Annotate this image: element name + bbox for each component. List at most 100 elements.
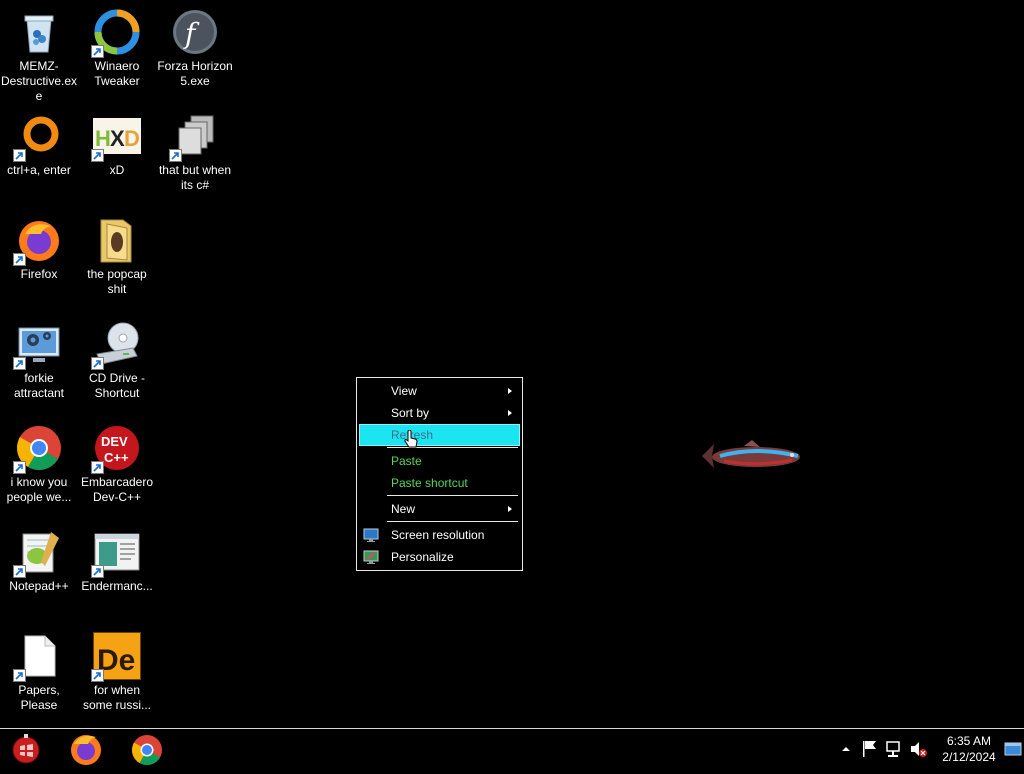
menu-item-screen-resolution[interactable]: Screen resolution xyxy=(359,524,520,546)
blank-file-icon xyxy=(13,632,63,682)
desktop-icon-chrome[interactable]: i know you people we... xyxy=(0,418,78,514)
desktop-icon-firefox[interactable]: Firefox xyxy=(0,210,78,306)
icon-label: Endermanc... xyxy=(81,579,153,593)
de-icon: De xyxy=(91,631,142,682)
taskbar-firefox-button[interactable] xyxy=(66,732,106,766)
notepadpp-icon xyxy=(13,528,63,578)
folder-icon xyxy=(93,216,141,264)
menu-item-refresh[interactable]: Refresh xyxy=(359,424,520,446)
svg-text:DEV: DEV xyxy=(101,434,128,449)
icon-label: Winaero Tweaker xyxy=(94,59,140,88)
mouse-cursor-icon xyxy=(404,429,418,455)
shortcut-arrow-icon xyxy=(13,669,26,682)
desktop-icon-forkie[interactable]: forkie attractant xyxy=(0,314,78,410)
desktop-icon-ctrl-a[interactable]: ctrl+a, enter xyxy=(0,106,78,202)
shortcut-arrow-icon xyxy=(13,565,26,578)
desktop-icon-devcpp[interactable]: DEV C++ Embarcadero Dev-C++ xyxy=(78,418,156,514)
settings-monitor-icon xyxy=(13,320,63,370)
network-icon[interactable] xyxy=(884,729,904,769)
desktop-icon-cd-drive[interactable]: CD Drive - Shortcut xyxy=(78,314,156,410)
desktop-icon-de[interactable]: De for when some russi... xyxy=(78,626,156,722)
shortcut-arrow-icon xyxy=(91,461,104,474)
volume-muted-icon[interactable] xyxy=(908,729,928,769)
clock-time: 6:35 AM xyxy=(946,734,992,748)
desktop-icon-endermanch[interactable]: Endermanc... xyxy=(78,522,156,618)
menu-item-paste[interactable]: Paste xyxy=(359,450,520,472)
icon-label: Forza Horizon 5.exe xyxy=(157,59,233,88)
icon-label: Papers, Please xyxy=(18,683,60,712)
shortcut-arrow-icon xyxy=(13,149,26,162)
shortcut-arrow-icon xyxy=(13,357,26,370)
flash-icon: f xyxy=(171,8,219,56)
taskbar: 6:35 AM 2/12/2024 xyxy=(0,728,1024,768)
screen-resolution-icon xyxy=(363,527,379,543)
stacked-windows-icon xyxy=(169,112,219,162)
clock-date: 2/12/2024 xyxy=(942,750,996,764)
show-hidden-icons-button[interactable] xyxy=(838,729,854,769)
menu-separator xyxy=(387,521,518,522)
shortcut-arrow-icon xyxy=(91,149,104,162)
icon-label: the popcap shit xyxy=(87,267,147,296)
submenu-arrow-icon xyxy=(508,410,512,416)
menu-item-new[interactable]: New xyxy=(359,498,520,520)
chrome-icon xyxy=(13,424,63,474)
desktop-icon-popcap[interactable]: the popcap shit xyxy=(78,210,156,306)
shortcut-arrow-icon xyxy=(91,45,104,58)
chrome-icon xyxy=(131,735,162,766)
window-app-icon xyxy=(91,528,141,578)
desktop-icon-winaero[interactable]: Winaero Tweaker xyxy=(78,2,156,98)
submenu-arrow-icon xyxy=(508,388,512,394)
menu-item-view[interactable]: View xyxy=(359,380,520,402)
desktop-icon-csharp[interactable]: that but when its c# xyxy=(156,106,234,202)
desktop-icon-notepadpp[interactable]: Notepad++ xyxy=(0,522,78,618)
icon-label: Embarcadero Dev-C++ xyxy=(80,475,154,504)
shortcut-arrow-icon xyxy=(91,357,104,370)
orange-ring-icon xyxy=(13,112,63,162)
cd-drive-icon xyxy=(91,320,141,370)
icon-label: MEMZ-Destructive.exe xyxy=(0,59,78,103)
desktop-icon-forza[interactable]: f Forza Horizon 5.exe xyxy=(156,2,234,98)
taskbar-chrome-button[interactable] xyxy=(127,732,167,766)
shortcut-arrow-icon xyxy=(13,253,26,266)
shortcut-arrow-icon xyxy=(91,669,104,682)
desktop[interactable]: MEMZ-Destructive.exe ctrl+a, enter Firef… xyxy=(0,0,1024,728)
firefox-icon xyxy=(13,216,63,266)
winaero-icon xyxy=(91,8,141,58)
svg-text:X: X xyxy=(110,126,125,151)
icon-label: CD Drive - Shortcut xyxy=(89,371,145,400)
action-center-flag-icon[interactable] xyxy=(860,729,880,769)
firefox-icon xyxy=(71,735,101,765)
menu-item-label: View xyxy=(391,384,417,398)
desktop-icon-xd[interactable]: H X D xD xyxy=(78,106,156,202)
start-button[interactable] xyxy=(6,732,46,766)
icon-label: i know you people we... xyxy=(6,475,72,504)
show-desktop-button[interactable] xyxy=(1004,729,1022,769)
svg-text:H: H xyxy=(95,126,111,151)
context-menu: View Sort by Refresh Paste Paste shortcu… xyxy=(356,377,523,571)
system-clock[interactable]: 6:35 AM 2/12/2024 xyxy=(930,733,1008,765)
icon-label: xD xyxy=(109,163,125,177)
submenu-arrow-icon xyxy=(508,506,512,512)
icon-label: forkie attractant xyxy=(13,371,65,400)
recycle-bin-icon xyxy=(15,8,63,56)
svg-text:C++: C++ xyxy=(104,450,129,465)
menu-item-sort-by[interactable]: Sort by xyxy=(359,402,520,424)
shortcut-arrow-icon xyxy=(169,149,182,162)
icon-label: Firefox xyxy=(20,267,58,281)
icon-label: ctrl+a, enter xyxy=(7,163,71,177)
menu-separator xyxy=(387,495,518,496)
personalize-icon xyxy=(363,549,379,565)
menu-item-paste-shortcut[interactable]: Paste shortcut xyxy=(359,472,520,494)
desktop-icon-memz[interactable]: MEMZ-Destructive.exe xyxy=(0,2,78,103)
shortcut-arrow-icon xyxy=(91,565,104,578)
desktop-icon-papers-please[interactable]: Papers, Please xyxy=(0,626,78,722)
menu-item-personalize[interactable]: Personalize xyxy=(359,546,520,568)
start-orb-icon xyxy=(12,734,40,764)
fish-image xyxy=(700,434,804,483)
icon-label: for when some russi... xyxy=(82,683,151,712)
hxd-icon: H X D xyxy=(91,112,141,162)
menu-item-label: New xyxy=(391,502,416,516)
menu-item-label: Sort by xyxy=(391,406,430,420)
shortcut-arrow-icon xyxy=(13,461,26,474)
icon-label: Notepad++ xyxy=(9,579,69,593)
